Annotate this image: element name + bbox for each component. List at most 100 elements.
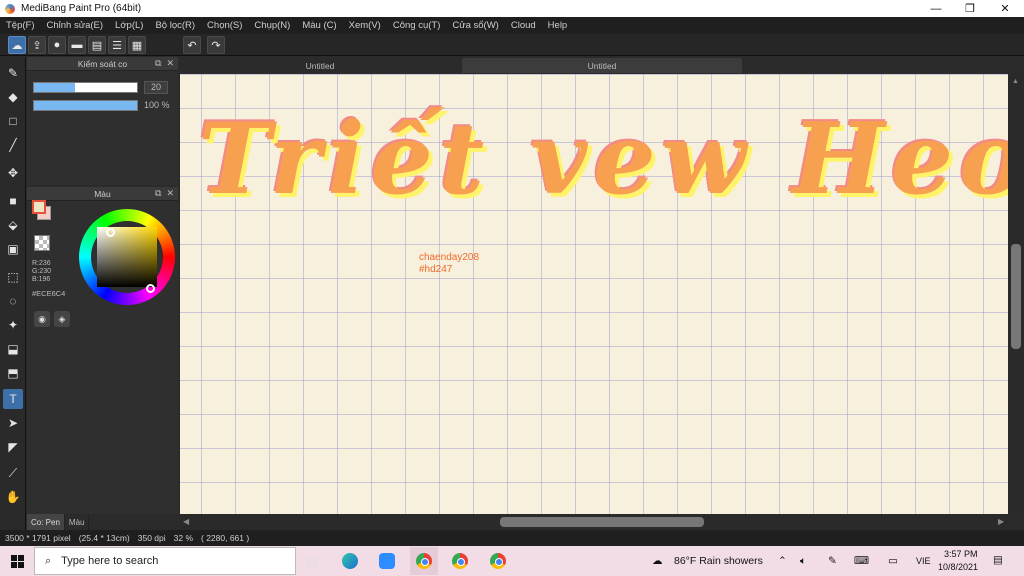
scroll-right-icon[interactable]: ▶ bbox=[998, 517, 1004, 526]
divide-tool-icon[interactable]: ◤ bbox=[3, 437, 23, 457]
clock-time[interactable]: 3:57 PM bbox=[944, 549, 978, 559]
cloud-icon[interactable]: ☁ bbox=[8, 36, 26, 54]
zoom-app-icon[interactable] bbox=[373, 547, 401, 575]
pen-icon[interactable]: ✎ bbox=[828, 555, 837, 567]
magic-wand-tool-icon[interactable]: ✦ bbox=[3, 315, 23, 335]
tab-color[interactable]: Màu bbox=[64, 514, 90, 530]
color-panel-title: Màu bbox=[94, 188, 111, 199]
language-indicator[interactable]: VIE bbox=[916, 556, 931, 566]
menu-help[interactable]: Help bbox=[542, 20, 574, 31]
brush-opacity-slider[interactable] bbox=[33, 99, 138, 111]
menu-file[interactable]: Tệp(F) bbox=[0, 20, 41, 31]
rectangle-tool-icon[interactable]: □ bbox=[3, 111, 23, 131]
primary-color-swatch[interactable] bbox=[32, 200, 46, 214]
clock-date[interactable]: 10/8/2021 bbox=[938, 562, 978, 572]
hue-handle[interactable] bbox=[146, 284, 155, 293]
menu-color[interactable]: Màu (C) bbox=[296, 20, 342, 31]
horizontal-scroll-thumb[interactable] bbox=[500, 517, 704, 527]
tab-brush[interactable]: Co: Pen bbox=[27, 514, 65, 530]
menu-view[interactable]: Xem(V) bbox=[343, 20, 387, 31]
scroll-left-icon[interactable]: ◀ bbox=[183, 517, 189, 526]
chat-icon[interactable]: ● bbox=[48, 36, 66, 54]
brush-size-slider[interactable] bbox=[33, 81, 138, 93]
restore-button[interactable]: ❐ bbox=[953, 0, 987, 17]
operation-tool-icon[interactable]: ➤ bbox=[3, 413, 23, 433]
eraser-tool-icon[interactable]: ◆ bbox=[3, 87, 23, 107]
sv-handle[interactable] bbox=[106, 228, 115, 237]
lasso-tool-icon[interactable]: ◌ bbox=[3, 291, 23, 311]
gradient-tool-icon[interactable]: ▣ bbox=[3, 239, 23, 259]
color-close-icon[interactable]: ✕ bbox=[166, 188, 174, 199]
list-icon[interactable]: ☰ bbox=[108, 36, 126, 54]
brush-opacity-fill bbox=[34, 100, 137, 110]
color-panel-header: Màu ⧉ ✕ bbox=[27, 187, 178, 201]
signature-line-2: #hd247 bbox=[419, 264, 453, 275]
weather-status[interactable]: 86°F Rain showers bbox=[674, 555, 763, 567]
bucket-tool-icon[interactable]: ⬙ bbox=[3, 215, 23, 235]
select-eraser-tool-icon[interactable]: ⬒ bbox=[3, 363, 23, 383]
menu-layer[interactable]: Lớp(L) bbox=[109, 20, 149, 31]
zoom-level: 32 % bbox=[173, 533, 193, 543]
minimize-button[interactable]: — bbox=[919, 0, 953, 17]
brush-control-panel: Kiểm soát co ⧉ ✕ 20 100 % bbox=[27, 57, 178, 185]
notification-icon[interactable]: ▤ bbox=[993, 554, 1003, 566]
close-button[interactable]: ✕ bbox=[988, 0, 1022, 17]
move-tool-icon[interactable]: ✥ bbox=[3, 163, 23, 183]
page-icon[interactable]: ▤ bbox=[88, 36, 106, 54]
transparent-color-swatch[interactable] bbox=[34, 235, 50, 251]
scroll-up-icon[interactable]: ▲ bbox=[1012, 78, 1019, 85]
saturation-value-square[interactable] bbox=[97, 227, 157, 287]
menu-window[interactable]: Cửa sổ(W) bbox=[446, 20, 504, 31]
pen-tool-icon[interactable]: ╱ bbox=[3, 135, 23, 155]
fill-rect-tool-icon[interactable]: ■ bbox=[3, 191, 23, 211]
chrome-icon[interactable] bbox=[446, 547, 474, 575]
volume-icon[interactable]: 🔈︎ bbox=[800, 555, 806, 568]
brush-tool-icon[interactable]: ✎ bbox=[3, 63, 23, 83]
popout-icon[interactable]: ⧉ bbox=[155, 58, 161, 69]
horizontal-scrollbar[interactable]: ◀ ▶ bbox=[180, 514, 1008, 530]
menu-snap[interactable]: Chụp(N) bbox=[248, 20, 296, 31]
menu-edit[interactable]: Chỉnh sửa(E) bbox=[41, 20, 110, 31]
redo-icon[interactable]: ↷ bbox=[207, 36, 225, 54]
display-icon[interactable]: ▭ bbox=[888, 555, 898, 567]
eyedropper-tool-icon[interactable]: ⟋ bbox=[3, 463, 23, 483]
edge-icon[interactable] bbox=[336, 547, 364, 575]
hue-wheel[interactable] bbox=[79, 209, 175, 305]
doc-tab-2[interactable]: Untitled bbox=[462, 58, 742, 73]
menu-select[interactable]: Chọn(S) bbox=[201, 20, 248, 31]
undo-icon[interactable]: ↶ bbox=[183, 36, 201, 54]
color-popout-icon[interactable]: ⧉ bbox=[155, 188, 161, 199]
brush-size-value[interactable]: 20 bbox=[144, 80, 168, 94]
grid-icon[interactable]: ▦ bbox=[128, 36, 146, 54]
task-view-icon[interactable]: ⧉ bbox=[298, 547, 326, 575]
menu-cloud[interactable]: Cloud bbox=[505, 20, 542, 31]
menu-tools[interactable]: Công cụ(T) bbox=[387, 20, 447, 31]
hex-value: #ECE6C4 bbox=[32, 289, 66, 298]
red-value: R:236 bbox=[32, 260, 51, 267]
chrome-profile-icon[interactable] bbox=[484, 547, 512, 575]
select-rect-tool-icon[interactable]: ⬚ bbox=[3, 267, 23, 287]
text-tool-icon[interactable]: T bbox=[3, 389, 23, 409]
tool-strip: ✎ ◆ □ ╱ ✥ ■ ⬙ ▣ ⬚ ◌ ✦ ⬓ ⬒ T ➤ ◤ ⟋ ✋ bbox=[0, 57, 26, 530]
share-icon[interactable]: ⇪ bbox=[28, 36, 46, 54]
start-button[interactable] bbox=[0, 546, 34, 576]
doc-tab-1[interactable]: Untitled bbox=[180, 58, 460, 73]
vertical-scroll-thumb[interactable] bbox=[1011, 244, 1021, 349]
tray-chevron-icon[interactable]: ⌃ bbox=[778, 555, 787, 567]
canvas-physical-size: (25.4 * 13cm) bbox=[78, 533, 130, 543]
hand-tool-icon[interactable]: ✋ bbox=[3, 487, 23, 507]
select-pen-tool-icon[interactable]: ⬓ bbox=[3, 339, 23, 359]
panel-close-icon[interactable]: ✕ bbox=[166, 58, 174, 69]
drawing-canvas[interactable]: Triết vew Heo chaenday208 #hd247 bbox=[180, 74, 1008, 514]
toolbar: ☁ ⇪ ● ▬ ▤ ☰ ▦ ↶ ↷ bbox=[0, 34, 1024, 56]
title-bar: MediBang Paint Pro (64bit) — ❐ ✕ bbox=[0, 0, 1024, 17]
taskbar-search[interactable]: ⌕ Type here to search bbox=[34, 547, 296, 575]
comment-icon[interactable]: ▬ bbox=[68, 36, 86, 54]
palette-settings-icon[interactable]: ◈ bbox=[54, 311, 70, 327]
palette-icon[interactable]: ◉ bbox=[34, 311, 50, 327]
medibang-taskbar-icon[interactable] bbox=[410, 547, 438, 575]
vertical-scrollbar[interactable]: ▲ bbox=[1008, 74, 1024, 514]
keyboard-icon[interactable]: ⌨ bbox=[854, 555, 869, 567]
weather-icon[interactable]: ☁ bbox=[652, 555, 663, 567]
menu-filter[interactable]: Bộ lọc(R) bbox=[149, 20, 201, 31]
